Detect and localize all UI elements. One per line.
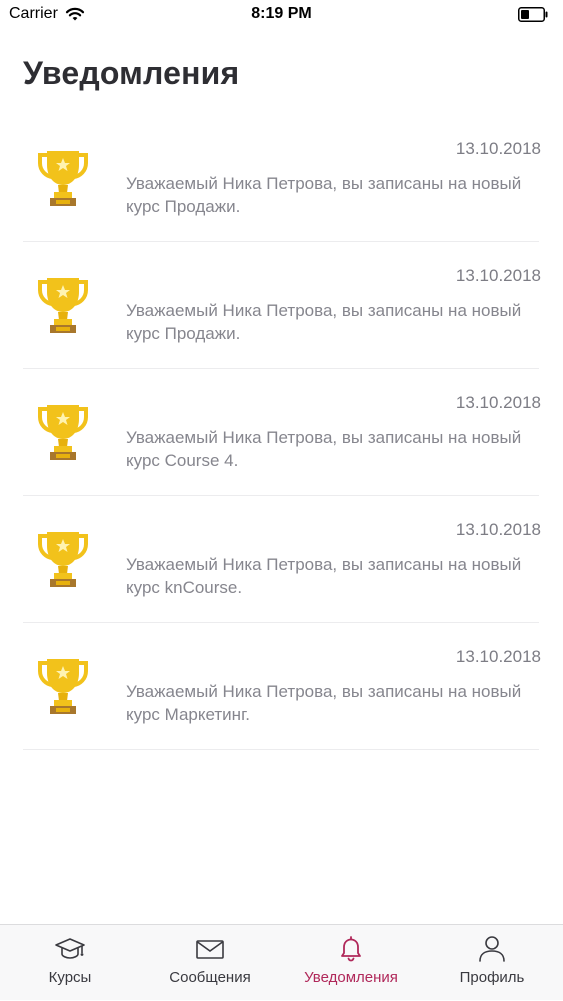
tab-label: Профиль [459,969,525,986]
trophy-icon [38,278,88,333]
notification-list: 13.10.2018 Уважаемый Ника Петрова, вы за… [0,115,563,750]
envelope-icon [196,940,224,959]
graduation-cap-icon [55,938,85,959]
notification-text: Уважаемый Ника Петрова, вы записаны на н… [126,555,522,597]
notification-text: Уважаемый Ника Петрова, вы записаны на н… [126,301,522,343]
tab-profile[interactable]: Профиль [422,925,562,1001]
notification-date: 13.10.2018 [455,393,541,412]
page-title: Уведомления [23,55,240,91]
trophy-icon [38,532,88,587]
notification-item[interactable]: 13.10.2018 Уважаемый Ника Петрова, вы за… [0,623,563,750]
tab-notifications[interactable]: Уведомления [281,925,421,1001]
notification-date: 13.10.2018 [455,139,541,158]
tab-label: Сообщения [169,969,251,986]
trophy-icon [38,659,88,714]
status-bar: Carrier 8:19 PM [0,0,563,30]
notification-text: Уважаемый Ника Петрова, вы записаны на н… [126,428,522,470]
bell-icon [341,936,361,962]
tab-label: Курсы [48,969,92,986]
notification-date: 13.10.2018 [455,266,541,285]
tab-label: Уведомления [304,969,398,986]
trophy-icon [38,151,88,206]
notification-text: Уважаемый Ника Петрова, вы записаны на н… [126,682,522,724]
tab-courses[interactable]: Курсы [0,925,140,1001]
status-time: 8:19 PM [251,5,312,22]
tab-bar: Курсы Сообщения Уведомления Профиль [0,924,563,1000]
battery-icon [518,7,548,22]
notification-item[interactable]: 13.10.2018 Уважаемый Ника Петрова, вы за… [0,115,563,242]
user-icon [479,936,505,962]
trophy-icon [38,405,88,460]
notification-date: 13.10.2018 [455,520,541,539]
notification-item[interactable]: 13.10.2018 Уважаемый Ника Петрова, вы за… [0,369,563,496]
notification-text: Уважаемый Ника Петрова, вы записаны на н… [126,174,522,216]
notification-item[interactable]: 13.10.2018 Уважаемый Ника Петрова, вы за… [0,496,563,623]
tab-messages[interactable]: Сообщения [140,925,280,1001]
notification-date: 13.10.2018 [455,647,541,666]
notification-item[interactable]: 13.10.2018 Уважаемый Ника Петрова, вы за… [0,242,563,369]
